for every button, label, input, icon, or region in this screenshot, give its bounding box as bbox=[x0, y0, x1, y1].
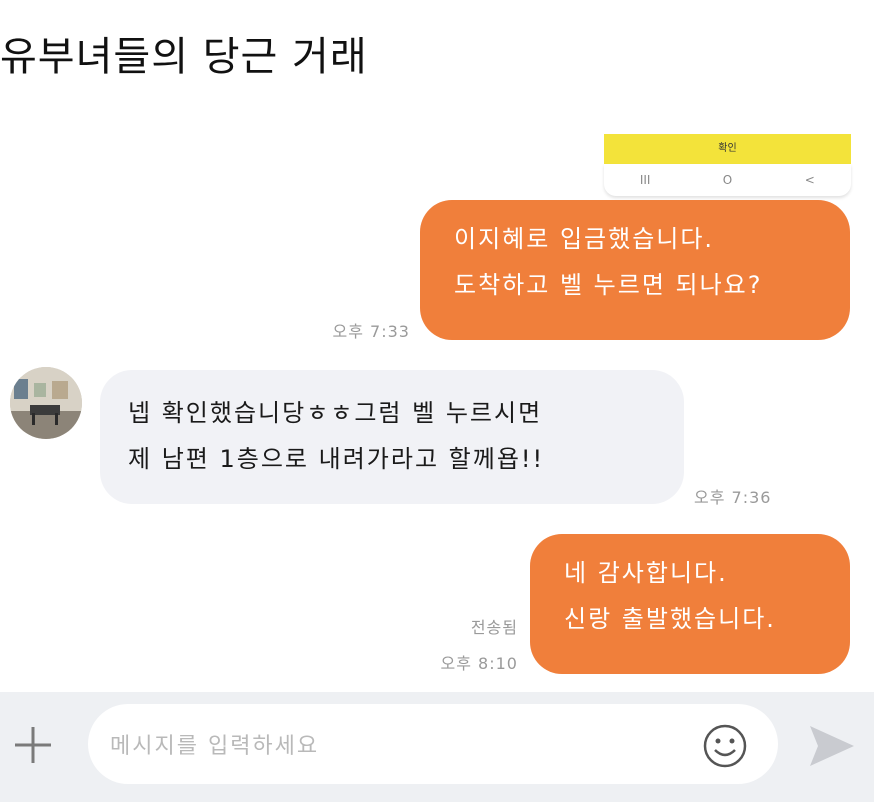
message-line: 신랑 출발했습니다. bbox=[564, 605, 776, 633]
message-line: 넵 확인했습니당ㅎㅎ그럼 벨 누르시면 bbox=[128, 399, 543, 427]
outgoing-message-bubble[interactable]: 이지혜로 입금했습니다. 도착하고 벨 누르면 되나요? bbox=[420, 200, 850, 340]
send-arrow-icon bbox=[810, 726, 854, 766]
outgoing-message-bubble[interactable]: 네 감사합니다. 신랑 출발했습니다. bbox=[530, 534, 850, 674]
message-time: 오후 7:36 bbox=[694, 488, 772, 507]
message-time: 오후 8:10 bbox=[440, 654, 518, 673]
message-line: 이지혜로 입금했습니다. bbox=[454, 225, 715, 253]
page-title: 유부녀들의 당근 거래 bbox=[0, 34, 368, 80]
back-button[interactable]: < bbox=[795, 173, 825, 187]
phone-navigation-bar: III O < bbox=[604, 164, 851, 196]
incoming-message-bubble[interactable]: 넵 확인했습니당ㅎㅎ그럼 벨 누르시면 제 남편 1층으로 내려가라고 할께욥!… bbox=[100, 370, 684, 504]
message-input-placeholder: 메시지를 입력하세요 bbox=[110, 734, 320, 759]
confirm-button[interactable]: 확인 bbox=[604, 134, 851, 164]
avatar[interactable] bbox=[10, 367, 82, 439]
attach-plus-button[interactable] bbox=[10, 722, 56, 768]
message-line: 도착하고 벨 누르면 되나요? bbox=[454, 271, 763, 299]
emoji-button[interactable] bbox=[701, 722, 749, 770]
gallery-photo-icon bbox=[10, 367, 82, 439]
message-line: 제 남편 1층으로 내려가라고 할께욥!! bbox=[128, 445, 545, 473]
message-time: 오후 7:33 bbox=[332, 322, 410, 341]
message-line: 네 감사합니다. bbox=[564, 559, 728, 587]
recent-apps-button[interactable]: III bbox=[630, 173, 660, 187]
smiley-icon bbox=[703, 724, 747, 768]
delivery-status: 전송됨 bbox=[470, 618, 518, 637]
home-button[interactable]: O bbox=[712, 173, 742, 187]
plus-icon bbox=[15, 727, 51, 763]
send-button[interactable] bbox=[806, 722, 858, 770]
